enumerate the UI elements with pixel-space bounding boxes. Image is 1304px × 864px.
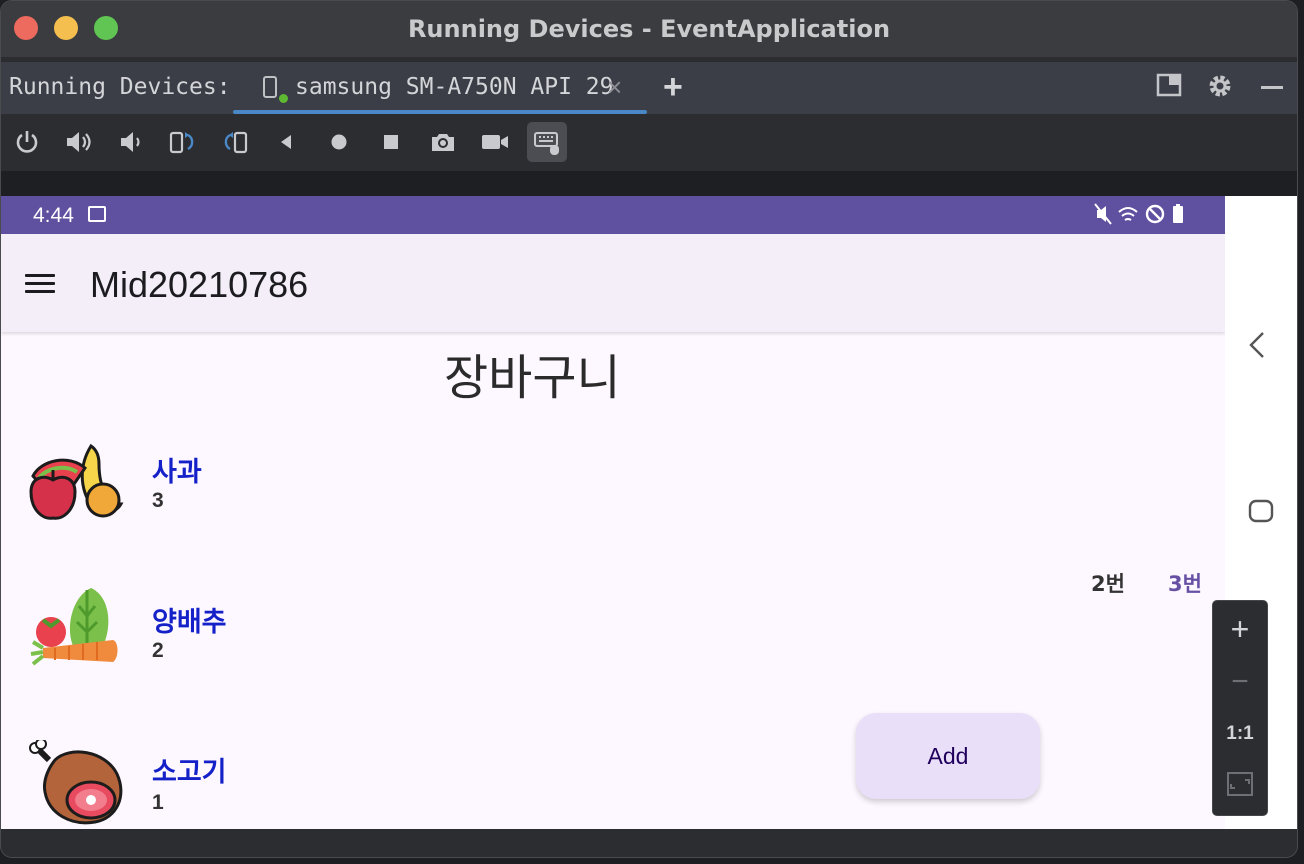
window-title: Running Devices - EventApplication	[407, 15, 891, 43]
app-title: Mid20210786	[90, 264, 309, 305]
item-quantity: 2	[152, 639, 164, 662]
online-indicator-icon	[279, 94, 288, 103]
power-icon[interactable]	[7, 122, 47, 162]
status-icons	[1093, 202, 1193, 232]
item-name: 양배추	[152, 607, 227, 638]
camera-icon[interactable]	[423, 122, 463, 162]
list-item[interactable]: 양배추 2	[1, 586, 701, 686]
item-quantity: 1	[152, 791, 164, 814]
image-notification-icon	[88, 206, 106, 222]
status-time: 4:44	[33, 204, 74, 227]
item-quantity: 3	[152, 489, 164, 512]
android-status-bar: 4:44	[1, 196, 1225, 234]
device-tab[interactable]: samsung SM-A750N API 29 ×	[233, 62, 647, 114]
minimize-icon[interactable]	[1259, 74, 1285, 107]
device-toolbar	[1, 114, 1297, 170]
running-devices-label: Running Devices:	[9, 74, 231, 100]
zoom-actual-size-button[interactable]: 1:1	[1213, 723, 1267, 745]
rotate-right-icon[interactable]	[215, 122, 255, 162]
page-title: 장바구니	[444, 350, 621, 406]
item-name: 사과	[152, 457, 202, 488]
bottom-bar	[1, 829, 1297, 857]
layout-icon[interactable]	[1156, 72, 1182, 105]
nav-home-icon[interactable]	[1247, 496, 1277, 534]
hamburger-menu-icon[interactable]	[25, 274, 55, 294]
list-item[interactable]: 사과 3	[1, 436, 701, 536]
volume-down-icon[interactable]	[111, 122, 151, 162]
tab-2[interactable]: 2번	[1091, 568, 1125, 598]
zoom-controls: + − 1:1	[1212, 600, 1268, 816]
gear-icon[interactable]	[1206, 72, 1234, 107]
home-icon[interactable]	[319, 122, 359, 162]
keyboard-mouse-icon[interactable]	[527, 122, 567, 162]
fruits-icon	[25, 436, 125, 526]
vegetables-icon	[25, 586, 125, 676]
item-name: 소고기	[152, 757, 227, 788]
device-tab-label: samsung SM-A750N API 29	[295, 74, 614, 100]
overview-icon[interactable]	[371, 122, 411, 162]
add-device-icon[interactable]: +	[663, 68, 683, 107]
list-item[interactable]: 소고기 1	[1, 738, 701, 829]
close-tab-icon[interactable]: ×	[607, 72, 622, 103]
phone-icon	[263, 76, 277, 98]
android-screen[interactable]: 4:44 Mid20210786 장바구니 사과 3 양배추 2 소고기 1 2…	[1, 196, 1225, 829]
nav-back-icon[interactable]	[1245, 330, 1269, 368]
app-bar: Mid20210786	[1, 234, 1225, 332]
record-icon[interactable]	[475, 122, 515, 162]
rotate-left-icon[interactable]	[163, 122, 203, 162]
running-devices-tabbar: Running Devices: samsung SM-A750N API 29…	[1, 61, 1297, 114]
zoom-fit-icon[interactable]	[1213, 771, 1267, 802]
zoom-in-button[interactable]: +	[1213, 611, 1267, 648]
zoom-out-button[interactable]: −	[1213, 665, 1267, 699]
back-icon[interactable]	[267, 122, 307, 162]
title-bar: Running Devices - EventApplication	[1, 1, 1297, 57]
add-button[interactable]: Add	[856, 713, 1040, 799]
emulator-window: Running Devices - EventApplication Runni…	[0, 0, 1298, 858]
volume-up-icon[interactable]	[59, 122, 99, 162]
meat-icon	[25, 738, 125, 829]
tab-3[interactable]: 3번	[1168, 568, 1202, 598]
